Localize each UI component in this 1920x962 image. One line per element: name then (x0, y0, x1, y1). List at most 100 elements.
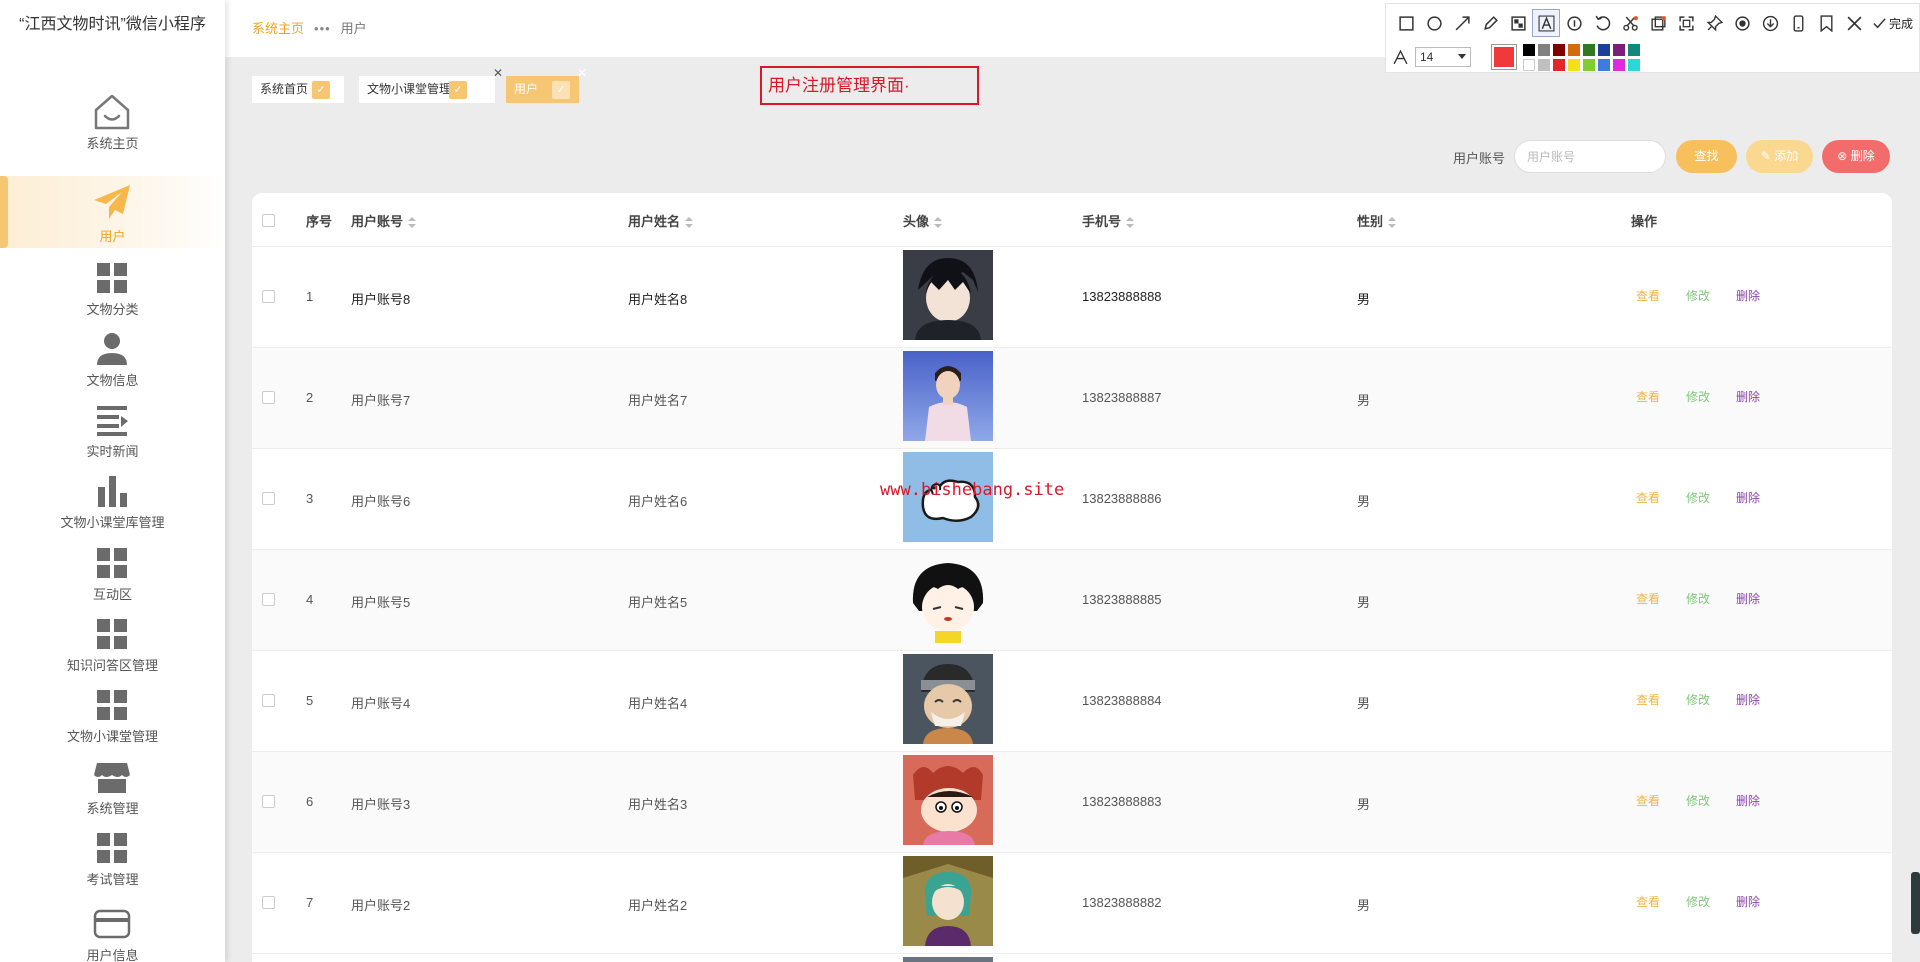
cell-name: 用户姓名7 (628, 393, 688, 408)
close-icon[interactable] (1840, 9, 1868, 37)
view-link[interactable]: 查看 (1636, 590, 1660, 607)
mosaic-tool-icon[interactable] (1504, 9, 1532, 37)
sidebar-item-qa[interactable]: 知识问答区管理 (0, 604, 225, 676)
search-input[interactable] (1514, 140, 1666, 173)
rectangle-tool-icon[interactable] (1392, 9, 1420, 37)
col-sex[interactable]: 性别 (1357, 211, 1397, 230)
search-button[interactable]: 查找 (1676, 140, 1737, 173)
edit-link[interactable]: 修改 (1686, 388, 1710, 405)
close-icon[interactable]: ✕ (577, 66, 587, 80)
grid-icon (97, 833, 127, 863)
sort-icon (685, 216, 694, 229)
text-tool-icon[interactable] (1532, 9, 1560, 37)
delete-link[interactable]: 删除 (1736, 388, 1760, 405)
breadcrumb-home[interactable]: 系统主页 (252, 21, 304, 36)
row-checkbox[interactable] (262, 492, 275, 505)
cell-sex: 男 (1357, 898, 1371, 913)
sidebar-item-relic-info[interactable]: 文物信息 (0, 319, 225, 391)
ellipse-tool-icon[interactable] (1420, 9, 1448, 37)
scrollbar-handle[interactable] (1911, 872, 1920, 934)
sidebar-item-relic-category[interactable]: 文物分类 (0, 248, 225, 320)
fullscreen-icon[interactable] (1672, 9, 1700, 37)
view-link[interactable]: 查看 (1636, 388, 1660, 405)
view-link[interactable]: 查看 (1636, 489, 1660, 506)
view-link[interactable]: 查看 (1636, 287, 1660, 304)
sidebar-item-system[interactable]: 系统管理 (0, 747, 225, 819)
undo-icon[interactable] (1588, 9, 1616, 37)
cell-name: 用户姓名6 (628, 494, 688, 509)
sidebar-item-label: 文物信息 (86, 373, 139, 388)
row-checkbox[interactable] (262, 593, 275, 606)
add-button[interactable]: ✎ 添加 (1746, 140, 1813, 173)
sidebar-item-class-library[interactable]: 文物小课堂库管理 (0, 461, 225, 533)
record-icon[interactable] (1728, 9, 1756, 37)
done-button[interactable]: 完成 (1868, 9, 1913, 37)
pin-icon[interactable] (1700, 9, 1728, 37)
arrow-tool-icon[interactable] (1448, 9, 1476, 37)
number-tool-icon[interactable] (1560, 9, 1588, 37)
edit-link[interactable]: 修改 (1686, 691, 1710, 708)
edit-link[interactable]: 修改 (1686, 287, 1710, 304)
bookmark-icon[interactable] (1812, 9, 1840, 37)
batch-delete-button[interactable]: ⊗ 删除 (1822, 140, 1890, 173)
sidebar-item-class-manage[interactable]: 文物小课堂管理 (0, 675, 225, 747)
row-checkbox[interactable] (262, 391, 275, 404)
delete-link[interactable]: 删除 (1736, 691, 1760, 708)
cell-sex: 男 (1357, 696, 1371, 711)
table-row: 3 用户账号6 用户姓名6 13823888886 男 查看 修改 删除 (252, 449, 1892, 550)
sidebar-item-user-info[interactable]: 用户信息 (0, 894, 225, 962)
pin-image-icon[interactable] (1644, 9, 1672, 37)
col-account[interactable]: 用户账号 (351, 211, 417, 230)
col-avatar[interactable]: 头像 (903, 211, 943, 230)
col-phone[interactable]: 手机号 (1082, 211, 1135, 230)
col-name[interactable]: 用户姓名 (628, 211, 694, 230)
sidebar-item-label: 系统管理 (86, 801, 139, 816)
cell-index: 1 (306, 289, 314, 304)
scissors-icon[interactable] (1616, 9, 1644, 37)
paper-plane-icon (94, 185, 130, 219)
font-size-select[interactable]: 14 (1415, 47, 1471, 67)
sidebar-item-users[interactable]: 用户 (0, 176, 225, 248)
delete-link[interactable]: 删除 (1736, 893, 1760, 910)
download-icon[interactable] (1756, 9, 1784, 37)
select-all-checkbox[interactable] (262, 214, 275, 227)
edit-link[interactable]: 修改 (1686, 893, 1710, 910)
sidebar-item-interaction[interactable]: 互动区 (0, 533, 225, 605)
sidebar-item-news[interactable]: 实时新闻 (0, 390, 225, 462)
breadcrumb-separator: ••• (314, 21, 331, 36)
close-icon[interactable]: ✕ (493, 66, 503, 80)
delete-link[interactable]: 删除 (1736, 287, 1760, 304)
watermark: www.bishebang.site (880, 480, 1065, 500)
view-link[interactable]: 查看 (1636, 691, 1660, 708)
phone-icon[interactable] (1784, 9, 1812, 37)
pencil-tool-icon[interactable] (1476, 9, 1504, 37)
edit-link[interactable]: 修改 (1686, 590, 1710, 607)
edit-link[interactable]: 修改 (1686, 489, 1710, 506)
sidebar-item-exam[interactable]: 考试管理 (0, 818, 225, 890)
row-checkbox[interactable] (262, 290, 275, 303)
view-link[interactable]: 查看 (1636, 792, 1660, 809)
sidebar-item-label: 系统主页 (86, 136, 139, 151)
cell-account: 用户账号7 (351, 393, 411, 408)
row-checkbox[interactable] (262, 896, 275, 909)
delete-link[interactable]: 删除 (1736, 590, 1760, 607)
annotation-text-box[interactable]: 用户注册管理界面· (760, 66, 979, 105)
edit-link[interactable]: 修改 (1686, 792, 1710, 809)
delete-link[interactable]: 删除 (1736, 792, 1760, 809)
row-checkbox[interactable] (262, 694, 275, 707)
cell-phone: 13823888886 (1082, 491, 1162, 506)
tag-users[interactable]: 用户 ✓ ✕ (506, 66, 587, 103)
tag-home[interactable]: 系统首页 ✓ (252, 76, 344, 103)
check-icon (1873, 17, 1886, 28)
row-checkbox[interactable] (262, 795, 275, 808)
cell-sex: 男 (1357, 393, 1371, 408)
current-color-swatch[interactable] (1491, 44, 1517, 70)
sidebar-item-home[interactable]: 系统主页 (0, 82, 225, 154)
cell-name: 用户姓名3 (628, 797, 688, 812)
col-actions: 操作 (1631, 214, 1658, 229)
color-palette[interactable] (1523, 43, 1640, 71)
view-link[interactable]: 查看 (1636, 893, 1660, 910)
delete-link[interactable]: 删除 (1736, 489, 1760, 506)
tag-class-manage[interactable]: 文物小课堂管理 ✓ ✕ (359, 66, 503, 103)
cell-account: 用户账号3 (351, 797, 411, 812)
